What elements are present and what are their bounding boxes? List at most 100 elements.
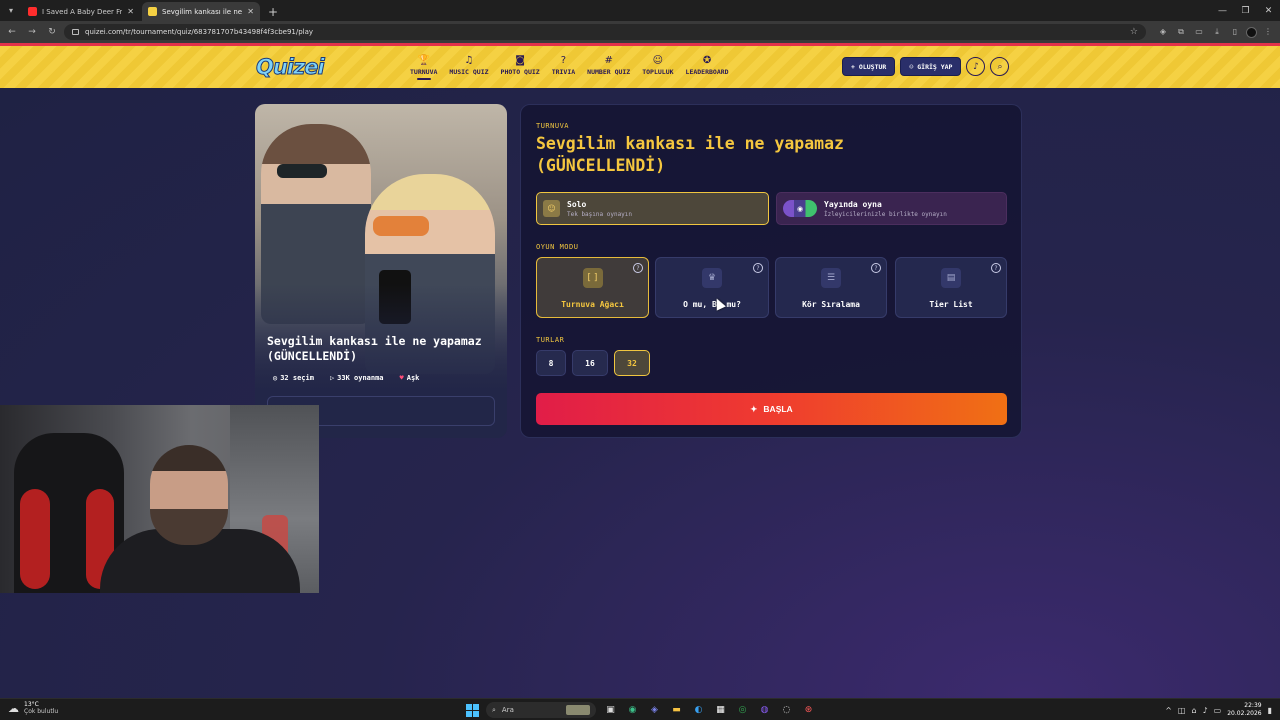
heart-icon: ♥ [399, 374, 404, 382]
maximize-icon[interactable]: ❐ [1234, 6, 1257, 16]
live-mode-option[interactable]: ◉ Yayında oyna İzleyicilerinizle birlikt… [776, 192, 1007, 225]
temperature: 13°C [24, 701, 39, 708]
game-mode-label: Kör Sıralama [802, 300, 860, 309]
rounds-selector: 8 16 32 [536, 350, 650, 376]
quiz-cover-card: Sevgilim kankası ile ne yapamaz (GÜNCELL… [255, 104, 507, 438]
chrome-alt-icon[interactable]: ⊛ [801, 703, 816, 718]
create-button[interactable]: + OLUŞTUR [842, 57, 896, 76]
tab-search-icon[interactable]: ▾ [0, 0, 22, 21]
panel-quiz-title: Sevgilim kankası ile ne yapamaz (GÜNCELL… [536, 134, 844, 175]
edge-icon[interactable]: ◐ [691, 703, 706, 718]
teams-icon[interactable]: ◈ [647, 703, 662, 718]
game-mode-label: Turnuva Ağacı [561, 300, 624, 309]
game-mode-option[interactable]: ▤? Tier List [895, 257, 1007, 318]
weather-condition: Çok bulutlu [24, 708, 59, 715]
forward-icon[interactable]: → [24, 27, 40, 37]
help-icon[interactable]: ? [991, 263, 1001, 273]
close-tab-icon[interactable]: ✕ [247, 7, 254, 16]
game-mode-option[interactable]: ♛? O mu, Bu mu? [655, 257, 769, 318]
nav-item-music-quiz[interactable]: ♫ MUSIC QUIZ [443, 54, 494, 80]
quizei-favicon-icon [148, 7, 157, 16]
plays-label: 33K oynanma [337, 374, 384, 382]
images-icon: ◎ [273, 374, 278, 382]
start-button[interactable]: ✦ BAŞLA [536, 393, 1007, 425]
tray-app-icon[interactable]: ◫ [1178, 706, 1186, 715]
close-tab-icon[interactable]: ✕ [127, 7, 134, 16]
site-logo[interactable]: Quizei [256, 55, 326, 80]
start-label: BAŞLA [763, 404, 793, 414]
profile-avatar-icon[interactable] [1246, 26, 1257, 38]
reload-icon[interactable]: ↻ [44, 27, 60, 37]
extension-icon[interactable]: ◈ [1156, 27, 1170, 38]
webcam-overlay [0, 405, 319, 593]
browser-tabbar: ▾ I Saved A Baby Deer From A Wi ✕ Sevgil… [0, 0, 1280, 21]
file-explorer-icon[interactable]: ▬ [669, 703, 684, 718]
play-icon: ▷ [329, 374, 335, 382]
minimize-icon[interactable]: — [1211, 6, 1234, 16]
help-icon[interactable]: ? [633, 263, 643, 273]
xbox-icon[interactable]: ◉ [625, 703, 640, 718]
user-icon: ☺ [543, 200, 560, 217]
extensions-puzzle-icon[interactable]: ⧉ [1174, 27, 1188, 38]
clock[interactable]: 22:39 20.02.2026 [1227, 702, 1261, 718]
download-icon[interactable]: ⤓ [1210, 27, 1224, 38]
user-icon: ☺ [909, 62, 914, 71]
obs-icon[interactable]: ◌ [779, 703, 794, 718]
network-icon[interactable]: ⌂ [1191, 706, 1196, 715]
chrome-icon[interactable]: ◎ [735, 703, 750, 718]
weather-widget[interactable]: ☁ 13°C Çok bulutlu [8, 701, 58, 715]
menu-dots-icon[interactable]: ⋮ [1261, 27, 1275, 38]
address-bar[interactable]: quizei.com/tr/tournament/quiz/683781707b… [64, 24, 1146, 40]
list-icon: ☰ [821, 268, 841, 288]
search-icon[interactable]: ⌕ [990, 57, 1010, 76]
search-icon: ⌕ [492, 705, 496, 714]
search-highlight-icon [566, 705, 590, 715]
calendar-icon[interactable]: ▦ [713, 703, 728, 718]
browser-tab-1[interactable]: I Saved A Baby Deer From A Wi ✕ [22, 2, 140, 21]
task-view-icon[interactable]: ▣ [603, 703, 618, 718]
volume-icon[interactable]: ♪ [1203, 706, 1208, 715]
round-option-16[interactable]: 16 [572, 350, 608, 376]
bookmark-star-icon[interactable]: ☆ [1130, 27, 1138, 37]
round-option-32[interactable]: 32 [614, 350, 650, 376]
nav-item-topluluk[interactable]: ☺ TOPLULUK [636, 54, 679, 80]
help-icon[interactable]: ? [871, 263, 881, 273]
browser-tab-2[interactable]: Sevgilim kankası ile ne yapamaz ✕ [142, 2, 260, 21]
chat-icon: ? [560, 55, 567, 66]
round-option-8[interactable]: 8 [536, 350, 566, 376]
back-icon[interactable]: ← [4, 27, 20, 37]
game-mode-option[interactable]: [ ]? Turnuva Ağacı [536, 257, 649, 318]
site-header: Quizei 🏆 TURNUVA ♫ MUSIC QUIZ ◙ PHOTO QUIZ? TR… [0, 43, 1280, 88]
battery-icon[interactable]: ▭ [1214, 706, 1222, 715]
nav-item-photo-quiz[interactable]: ◙ PHOTO QUIZ [495, 54, 546, 80]
discord-icon[interactable]: ◍ [757, 703, 772, 718]
close-window-icon[interactable]: ✕ [1257, 6, 1280, 16]
nav-item-number-quiz[interactable]: # NUMBER QUIZ [581, 54, 636, 80]
help-icon[interactable]: ? [753, 263, 763, 273]
browser-toolbar: ← → ↻ quizei.com/tr/tournament/quiz/6837… [0, 21, 1280, 43]
category-tag[interactable]: ♥ Aşk [400, 374, 420, 382]
hash-icon: # [604, 55, 613, 66]
choices-label: 32 seçim [280, 374, 314, 382]
nav-label: NUMBER QUIZ [587, 68, 631, 76]
notifications-icon[interactable]: ▮ [1268, 706, 1272, 715]
start-menu-icon[interactable] [466, 703, 479, 717]
site-info-icon[interactable] [72, 29, 79, 35]
nav-item-turnuva[interactable]: 🏆 TURNUVA [404, 54, 443, 80]
clock-time: 22:39 [1244, 702, 1262, 709]
nav-item-leaderboard[interactable]: ✪ LEADERBOARD [680, 54, 735, 80]
game-mode-option[interactable]: ☰? Kör Sıralama [775, 257, 887, 318]
crown-icon: ♛ [702, 268, 722, 288]
cast-icon[interactable]: ▭ [1192, 27, 1206, 38]
split-icon[interactable]: ▯ [1228, 27, 1242, 38]
notification-bell-icon[interactable]: ♪ [966, 57, 986, 76]
nav-item-trivia[interactable]: ? TRIVIA [546, 54, 581, 80]
tiers-icon: ▤ [941, 268, 961, 288]
login-button[interactable]: ☺ GİRİŞ YAP [900, 57, 962, 76]
solo-mode-option[interactable]: ☺ Solo Tek başına oynayın [536, 192, 769, 225]
tray-chevron-icon[interactable]: ^ [1165, 706, 1172, 715]
new-tab-icon[interactable]: + [262, 2, 284, 21]
plays-count: ▷ 33K oynanma [330, 374, 384, 382]
category-label: Aşk [406, 374, 420, 382]
taskbar-search[interactable]: ⌕ Ara [486, 702, 596, 718]
